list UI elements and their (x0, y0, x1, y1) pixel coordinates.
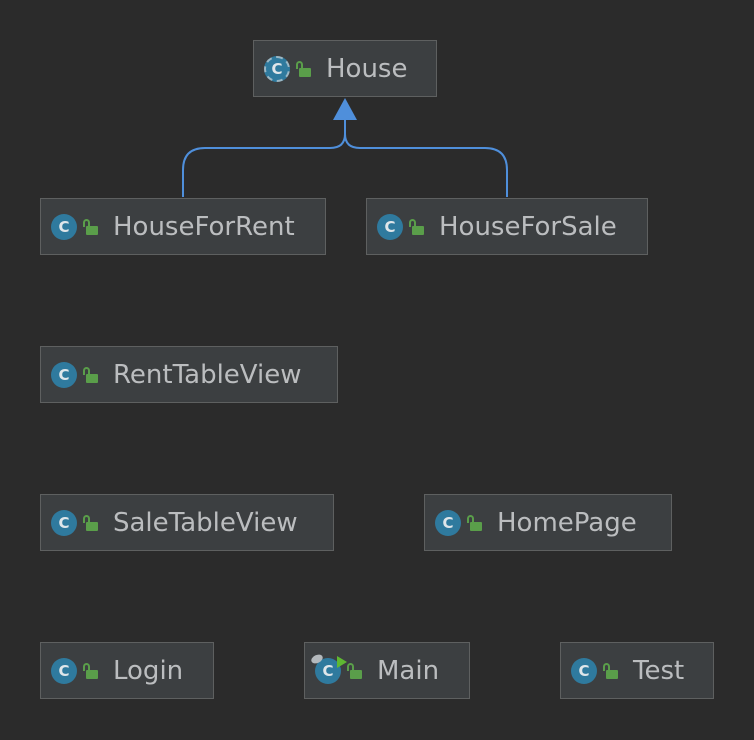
main-run-class-icon: C (309, 652, 347, 684)
public-lock-icon (83, 366, 99, 384)
edge-houseforrent-to-house (182, 118, 346, 197)
class-c-icon: C (51, 657, 77, 684)
class-main[interactable]: C Main (304, 642, 470, 699)
run-icon (337, 655, 347, 668)
class-house[interactable]: C House (253, 40, 437, 97)
class-homepage[interactable]: C HomePage (424, 494, 672, 551)
class-name: HouseForSale (439, 211, 617, 242)
class-c-icon: C (435, 509, 461, 536)
class-login[interactable]: C Login (40, 642, 214, 699)
abstract-class-icon: C (264, 55, 290, 82)
class-c-icon: C (51, 213, 77, 240)
class-c-icon: C (377, 213, 403, 240)
edge-houseforsale-to-house (344, 118, 508, 197)
class-renttableview[interactable]: C RentTableView (40, 346, 338, 403)
public-lock-icon (467, 514, 483, 532)
class-c-icon: C (51, 361, 77, 388)
class-c-icon: C (571, 657, 597, 684)
class-houseforrent[interactable]: C HouseForRent (40, 198, 326, 255)
class-test[interactable]: C Test (560, 642, 714, 699)
class-name: House (326, 53, 408, 84)
class-name: Login (113, 655, 184, 686)
class-name: SaleTableView (113, 507, 298, 538)
public-lock-icon (409, 218, 425, 236)
class-name: HomePage (497, 507, 637, 538)
inheritance-arrowhead (333, 98, 357, 120)
class-houseforsale[interactable]: C HouseForSale (366, 198, 648, 255)
public-lock-icon (347, 662, 363, 680)
class-name: Main (377, 655, 440, 686)
public-lock-icon (603, 662, 619, 680)
class-saletableview[interactable]: C SaleTableView (40, 494, 334, 551)
class-name: Test (633, 655, 685, 686)
public-lock-icon (83, 662, 99, 680)
class-name: RentTableView (113, 359, 302, 390)
class-name: HouseForRent (113, 211, 295, 242)
public-lock-icon (83, 514, 99, 532)
class-c-icon: C (51, 509, 77, 536)
public-lock-icon (296, 60, 312, 78)
public-lock-icon (83, 218, 99, 236)
